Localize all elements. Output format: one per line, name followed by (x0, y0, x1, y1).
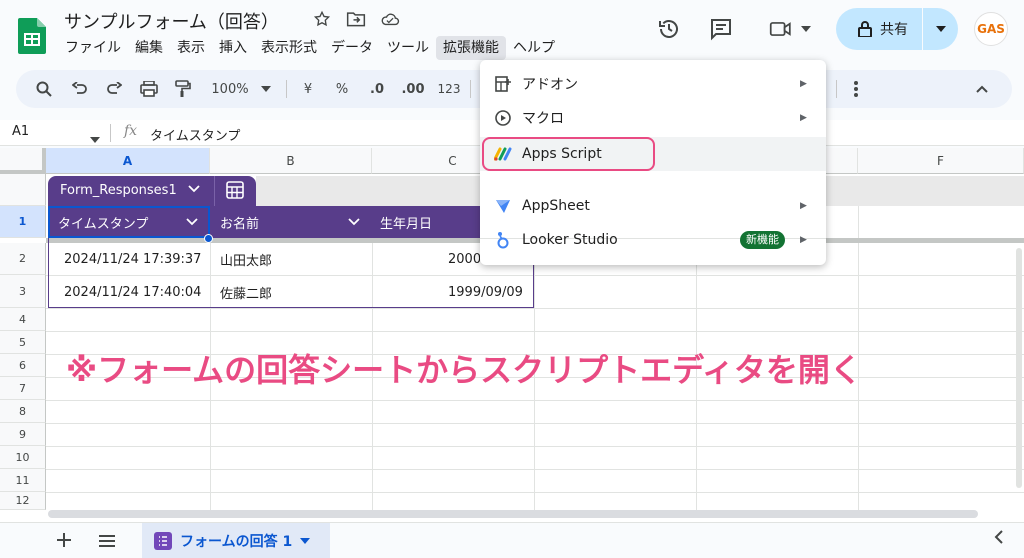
fx-icon: fx (124, 123, 138, 139)
formula-input[interactable]: タイムスタンプ (150, 125, 240, 144)
menu-tools[interactable]: ツール (380, 36, 436, 60)
submenu-arrow-icon: ▶ (800, 235, 807, 245)
menu-item-addons[interactable]: アドオン ▶ (480, 67, 826, 101)
row-header-8[interactable]: 8 (0, 400, 46, 423)
video-call-icon (769, 22, 791, 36)
cell-a3[interactable]: 2024/11/24 17:40:04 (64, 276, 201, 308)
row-header-9[interactable]: 9 (0, 423, 46, 446)
avatar[interactable]: GAS (974, 12, 1008, 46)
submenu-arrow-icon: ▶ (800, 201, 807, 211)
menu-extensions[interactable]: 拡張機能 (436, 36, 506, 60)
cell-c3[interactable]: 1999/09/09 (448, 276, 523, 308)
menu-edit[interactable]: 編集 (128, 36, 170, 60)
star-icon[interactable] (312, 9, 332, 29)
share-dropdown[interactable] (923, 26, 958, 32)
looker-studio-icon (494, 231, 512, 249)
name-box[interactable]: A1 (12, 124, 29, 139)
chevron-down-icon[interactable] (260, 79, 272, 99)
column-header-b[interactable]: B (210, 148, 372, 174)
sheet-bar: フォームの回答 1 (0, 522, 1024, 558)
cell-a2[interactable]: 2024/11/24 17:39:37 (64, 243, 201, 275)
apps-script-highlight (482, 137, 655, 171)
table-name: Form_Responses1 (60, 183, 177, 198)
column-header-a[interactable]: A (46, 148, 210, 174)
submenu-arrow-icon: ▶ (800, 79, 807, 89)
macro-play-icon (494, 109, 512, 127)
row-header-7[interactable]: 7 (0, 377, 46, 400)
submenu-arrow-icon: ▶ (800, 113, 807, 123)
row-header-10[interactable]: 10 (0, 446, 46, 469)
sheet-tab-label: フォームの回答 1 (180, 534, 293, 550)
appsheet-icon (494, 197, 512, 215)
cell-b3[interactable]: 佐藤二郎 (220, 276, 272, 308)
share-button[interactable]: 共有 (836, 8, 958, 50)
menu-format[interactable]: 表示形式 (254, 36, 324, 60)
currency-format-button[interactable]: ¥ (298, 79, 318, 99)
row-header-12[interactable]: 12 (0, 492, 46, 510)
menu-file[interactable]: ファイル (58, 36, 128, 60)
undo-icon[interactable] (70, 79, 90, 99)
vertical-scrollbar[interactable] (1016, 248, 1022, 488)
comments-icon[interactable] (708, 16, 734, 42)
add-sheet-icon[interactable] (56, 532, 72, 553)
menu-view[interactable]: 表示 (170, 36, 212, 60)
meet-button[interactable] (766, 16, 814, 42)
collapse-toolbar-icon[interactable] (974, 79, 990, 99)
scroll-left-icon[interactable] (994, 529, 1004, 548)
decrease-decimal-button[interactable]: .0 (366, 79, 388, 99)
share-label: 共有 (880, 22, 908, 38)
menu-data[interactable]: データ (324, 36, 380, 60)
menu-item-appsheet[interactable]: AppSheet ▶ (480, 189, 826, 223)
menu-item-looker-studio[interactable]: Looker Studio 新機能 ▶ (480, 223, 826, 257)
menu-insert[interactable]: 挿入 (212, 36, 254, 60)
addons-icon (494, 75, 512, 93)
cloud-status-icon[interactable] (380, 9, 400, 29)
column-header-f[interactable]: F (858, 148, 1024, 174)
increase-decimal-button[interactable]: .00 (400, 79, 426, 99)
selected-cell (48, 206, 210, 238)
redo-icon[interactable] (104, 79, 124, 99)
chevron-down-icon (801, 26, 811, 32)
version-history-icon[interactable] (656, 16, 682, 42)
menu-bar: ファイル 編集 表示 挿入 表示形式 データ ツール 拡張機能 ヘルプ (58, 36, 562, 60)
move-folder-icon[interactable] (346, 9, 366, 29)
annotation-caption: ※フォームの回答シートからスクリプトエディタを開く (66, 351, 862, 389)
row-header-3[interactable]: 3 (0, 275, 46, 308)
select-all-corner[interactable] (0, 148, 46, 174)
all-sheets-icon[interactable] (98, 532, 116, 553)
percent-format-button[interactable]: % (332, 79, 352, 99)
row-header-1[interactable]: 1 (0, 206, 46, 238)
zoom-select[interactable]: 100% (208, 79, 252, 99)
menu-help[interactable]: ヘルプ (506, 36, 562, 60)
print-icon[interactable] (138, 79, 160, 99)
document-title[interactable]: サンプルフォーム（回答） (64, 8, 279, 34)
sheets-logo-icon[interactable] (18, 18, 46, 54)
chevron-down-icon (300, 538, 311, 544)
number-format-button[interactable]: 123 (436, 79, 462, 99)
form-sheet-icon (154, 532, 172, 550)
chevron-down-icon (935, 26, 946, 32)
row-header-6[interactable]: 6 (0, 354, 46, 377)
row-header-11[interactable]: 11 (0, 469, 46, 492)
sheet-tab-form-responses[interactable]: フォームの回答 1 (142, 523, 330, 558)
new-feature-badge: 新機能 (740, 231, 785, 249)
chevron-down-icon[interactable] (188, 182, 200, 197)
menu-item-macros[interactable]: マクロ ▶ (480, 101, 826, 135)
paint-format-icon[interactable] (172, 79, 194, 99)
avatar-text: GAS (977, 22, 1005, 36)
more-options-icon[interactable] (848, 79, 864, 99)
fill-handle[interactable] (204, 234, 213, 243)
row-header-2[interactable]: 2 (0, 243, 46, 275)
chevron-down-icon[interactable] (90, 128, 100, 147)
cell-c2[interactable]: 2000 (448, 243, 481, 275)
cell-b2[interactable]: 山田太郎 (220, 243, 272, 275)
table-calculator-icon[interactable] (226, 181, 244, 203)
lock-icon (858, 21, 872, 37)
row-header-4[interactable]: 4 (0, 308, 46, 331)
horizontal-scrollbar[interactable] (48, 510, 978, 518)
search-menus-icon[interactable] (34, 79, 54, 99)
row-header-5[interactable]: 5 (0, 331, 46, 354)
table-name-chip[interactable]: Form_Responses1 (48, 176, 256, 206)
